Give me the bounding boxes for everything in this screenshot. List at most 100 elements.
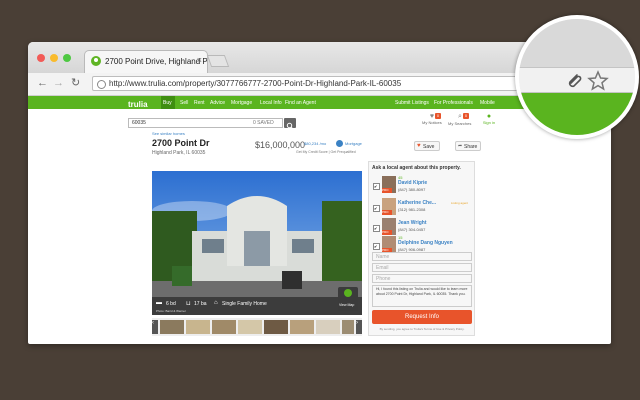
reload-button[interactable]: ↻ [71, 77, 80, 89]
request-info-button[interactable]: Request Info [372, 310, 472, 324]
paperclip-icon[interactable] [564, 71, 584, 91]
share-arrow-icon: ➦ [458, 143, 463, 149]
searches-label: My Searches [448, 121, 472, 126]
beds-count: 6 bd [166, 301, 176, 307]
share-label: Share [464, 144, 478, 150]
thumbnail[interactable] [238, 320, 262, 334]
photo-thumbnail-strip: ‹ › [152, 318, 362, 336]
magnified-nav-bar [519, 93, 635, 135]
new-tab-button[interactable] [206, 55, 230, 67]
back-button[interactable]: ← [37, 77, 48, 89]
nav-item-mortgage[interactable]: Mortgage [231, 100, 252, 106]
house-type-icon: ⌂ [214, 300, 218, 306]
baths-count: 17 ba [194, 301, 207, 307]
search-value: 60035 [132, 120, 146, 126]
desktop-background: { "browser": { "tab_title": "2700 Point … [0, 0, 640, 400]
terms-text: By sending, you agree to Trulia's Terms … [379, 327, 465, 331]
search-button[interactable] [284, 118, 296, 130]
minimize-window-button[interactable] [50, 54, 58, 62]
house-photo-image [152, 171, 362, 315]
listing-price: $16,000,000 [255, 140, 306, 150]
nav-item-buy[interactable]: Buy [163, 100, 172, 106]
agent-name[interactable]: David Kiprie [398, 180, 427, 186]
searches-badge: 0 [463, 113, 469, 119]
name-field[interactable]: Name [372, 252, 472, 261]
info-icon [336, 140, 343, 147]
notices-label: My Notices [422, 120, 442, 125]
nav-item-advice[interactable]: Advice [210, 100, 225, 106]
saved-count[interactable]: 0 SAVED [253, 120, 274, 126]
signin-label: Sign in [482, 120, 496, 125]
sign-in[interactable]: ● Sign in [482, 113, 496, 125]
see-similar-link[interactable]: See similar homes [152, 131, 185, 136]
email-field[interactable]: Email [372, 263, 472, 272]
nav-item-mobile[interactable]: Mobile [480, 100, 495, 106]
bath-icon: ⊔ [186, 301, 191, 307]
magnifier-icon [286, 122, 294, 130]
nav-item-sell[interactable]: Sell [180, 100, 188, 106]
save-heart-icon: ♥ [417, 143, 421, 149]
agent-row[interactable]: ✔ PRO 45 David Kiprie (847) 380-8097 [369, 174, 474, 198]
search-input[interactable]: 60035 0 SAVED [128, 118, 283, 128]
mortgage-link[interactable]: Mortgage [345, 141, 362, 146]
agent-phone: (847) 380-8097 [398, 187, 426, 192]
agent-checkbox[interactable]: ✔ [373, 183, 380, 190]
listing-address: 2700 Point Dr [152, 138, 210, 148]
share-button[interactable]: ➦ Share [455, 141, 481, 151]
browser-tab[interactable]: 2700 Point Drive, Highland Pa × [84, 50, 208, 73]
thumbnail[interactable] [212, 320, 236, 334]
message-textarea[interactable]: Hi, I found this listing on Trulia and w… [372, 285, 472, 307]
notices-badge: 0 [435, 113, 441, 119]
url-text: http://www.trulia.com/property/307776677… [109, 79, 402, 88]
thumbnail[interactable] [160, 320, 184, 334]
next-photo-icon[interactable]: › [356, 320, 362, 334]
pro-badge: PRO [382, 210, 392, 215]
agent-name[interactable]: Jean Wright [398, 220, 427, 226]
agent-checkbox[interactable]: ✔ [373, 225, 380, 232]
agent-checkbox[interactable]: ✔ [373, 205, 380, 212]
bookmark-star-icon[interactable] [587, 70, 609, 92]
listing-agent-note: Listing agent [451, 201, 469, 205]
nav-item-find-agent[interactable]: Find an Agent [285, 100, 316, 106]
my-notices[interactable]: ♥ 0 My Notices [422, 113, 442, 125]
listing-photo[interactable]: ▬ 6 bd ⊔ 17 ba ⌂ Single Family Home Phot… [152, 171, 362, 315]
my-searches[interactable]: ⌕ 0 My Searches [448, 113, 471, 126]
thumbnail[interactable] [186, 320, 210, 334]
magnified-toolbar [519, 19, 635, 67]
trulia-favicon-icon [91, 56, 101, 66]
save-label: Save [423, 144, 435, 150]
view-map-button[interactable]: View Map [338, 287, 358, 311]
forward-button[interactable]: → [53, 77, 64, 89]
thumbnail[interactable] [290, 320, 314, 334]
maximize-window-button[interactable] [63, 54, 71, 62]
tab-close-icon[interactable]: × [197, 55, 202, 65]
agent-checkbox[interactable]: ✔ [373, 243, 380, 250]
save-button[interactable]: ♥ Save [414, 141, 440, 151]
map-pin-icon [344, 289, 352, 297]
globe-icon [97, 80, 106, 89]
mortgage-estimate-link[interactable]: $80,234 /mo [304, 141, 326, 146]
bed-icon: ▬ [156, 300, 162, 306]
thumbnail[interactable] [316, 320, 340, 334]
thumbnail[interactable] [342, 320, 354, 334]
nav-item-local-info[interactable]: Local Info [260, 100, 282, 106]
close-window-button[interactable] [37, 54, 45, 62]
view-map-label: View Map [339, 303, 355, 307]
nav-item-rent[interactable]: Rent [194, 100, 205, 106]
person-icon: ● [486, 113, 492, 120]
agent-name[interactable]: Delphine Dang Nguyen [398, 240, 453, 246]
address-bar[interactable]: http://www.trulia.com/property/307776677… [92, 76, 540, 91]
phone-field[interactable]: Phone [372, 274, 472, 283]
prev-photo-icon[interactable]: ‹ [152, 320, 158, 334]
agents-heading: Ask a local agent about this property. [372, 165, 461, 171]
thumbnail[interactable] [264, 320, 288, 334]
agent-phone: (847) 304-0457 [398, 227, 426, 232]
listing-city: Highland Park, IL 60035 [152, 150, 206, 156]
photo-caption: Photo: Baird & Warner [156, 309, 186, 313]
nav-item-submit-listings[interactable]: Submit Listings [395, 100, 429, 106]
nav-item-professionals[interactable]: For Professionals [434, 100, 473, 106]
trulia-logo[interactable]: trulia [128, 100, 148, 109]
credit-links[interactable]: Get My Credit Score | Get Prequalified [296, 150, 356, 154]
pro-badge: PRO [382, 188, 392, 193]
agent-name[interactable]: Katherine Che... [398, 200, 436, 206]
